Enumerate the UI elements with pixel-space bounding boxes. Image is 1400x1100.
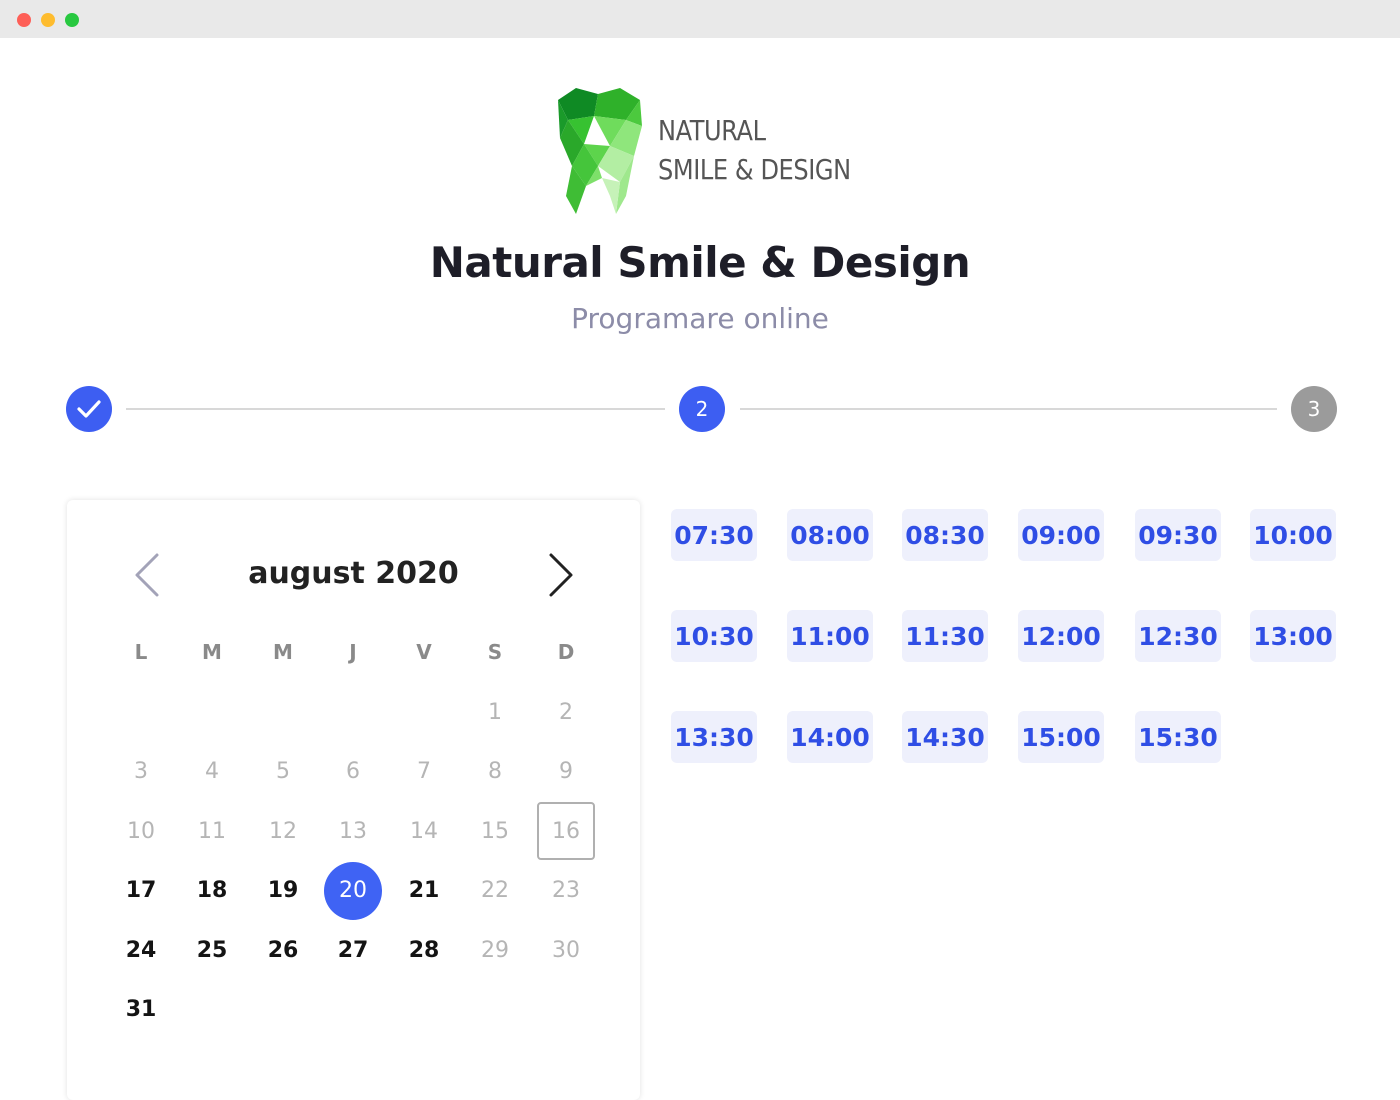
calendar-day: 23 [552, 878, 580, 903]
time-slot-button[interactable]: 13:00 [1250, 610, 1336, 662]
calendar-day: 30 [552, 937, 580, 963]
calendar-day[interactable]: 28 [395, 921, 453, 979]
calendar-day[interactable]: 27 [324, 921, 382, 979]
page-title: Natural Smile & Design [429, 238, 971, 287]
logo-text-line2: SMILE & DESIGN [658, 153, 851, 186]
weekday-header: J [349, 640, 357, 664]
time-slot-button[interactable]: 15:00 [1018, 711, 1104, 763]
time-slot-button[interactable]: 11:30 [902, 610, 988, 662]
time-slot-button[interactable]: 10:00 [1250, 509, 1336, 561]
time-slot-button[interactable]: 09:30 [1135, 509, 1221, 561]
calendar-day: 11 [198, 818, 226, 844]
weekday-header: V [416, 640, 432, 664]
time-slot-button[interactable]: 08:00 [787, 509, 873, 561]
stepper-connector-2 [740, 408, 1277, 410]
calendar-day[interactable]: 21 [395, 862, 453, 920]
calendar-day: 10 [127, 818, 155, 844]
next-month-button[interactable] [539, 552, 583, 598]
time-slot-button[interactable]: 11:00 [787, 610, 873, 662]
window-minimize-button[interactable] [41, 13, 55, 27]
calendar-day[interactable]: 31 [112, 981, 170, 1039]
calendar-day: 14 [410, 818, 438, 844]
page-subtitle: Programare online [571, 302, 829, 335]
calendar-day: 12 [269, 818, 297, 844]
weekday-header: M [202, 640, 222, 664]
weekday-header: L [134, 640, 148, 664]
clinic-logo: NATURAL SMILE & DESIGN [554, 86, 864, 218]
weekday-header: S [487, 640, 503, 664]
booking-stepper: 2 3 [0, 386, 1400, 432]
time-slot-button[interactable]: 12:00 [1018, 610, 1104, 662]
calendar-day[interactable]: 18 [183, 862, 241, 920]
step-1-done[interactable] [66, 386, 112, 432]
calendar-day: 5 [276, 759, 290, 784]
calendar-day[interactable]: 24 [112, 921, 170, 979]
calendar-day[interactable]: 26 [254, 921, 312, 979]
calendar-day: 13 [339, 818, 367, 844]
calendar-day: 7 [417, 759, 431, 784]
date-picker-calendar: august 2020 L M M J V S D 1 2 3 4 5 6 7 8 9 10 11 12 13 14 15… [67, 500, 640, 1100]
stepper-connector-1 [126, 408, 665, 410]
calendar-day-selected[interactable]: 20 [324, 861, 382, 920]
time-slot-button[interactable]: 08:30 [902, 509, 988, 561]
logo-text-line1: NATURAL [658, 114, 766, 147]
calendar-day: 8 [488, 759, 502, 784]
calendar-day: 6 [346, 759, 360, 784]
calendar-day: 15 [481, 818, 509, 844]
calendar-day: 9 [559, 759, 573, 784]
time-slot-button[interactable]: 09:00 [1018, 509, 1104, 561]
chevron-right-icon [549, 553, 573, 597]
time-slot-button[interactable]: 07:30 [671, 509, 757, 561]
calendar-day: 22 [481, 878, 509, 903]
tooth-logo-icon [558, 88, 642, 214]
calendar-day: 2 [559, 699, 573, 725]
weekday-header: D [557, 640, 575, 664]
time-slot-button[interactable]: 15:30 [1135, 711, 1221, 763]
window-close-button[interactable] [17, 13, 31, 27]
time-slot-button[interactable]: 12:30 [1135, 610, 1221, 662]
time-slot-button[interactable]: 10:30 [671, 610, 757, 662]
check-icon [77, 400, 101, 418]
step-2-current[interactable]: 2 [679, 386, 725, 432]
calendar-day: 29 [481, 937, 509, 963]
calendar-day: 16 [537, 802, 595, 860]
calendar-day: 1 [488, 699, 502, 725]
time-slot-button[interactable]: 13:30 [671, 711, 757, 763]
calendar-day[interactable]: 25 [183, 921, 241, 979]
calendar-day: 4 [205, 759, 219, 784]
time-slot-button[interactable]: 14:30 [902, 711, 988, 763]
time-slot-button[interactable]: 14:00 [787, 711, 873, 763]
weekday-header: M [273, 640, 293, 664]
calendar-day[interactable]: 19 [254, 862, 312, 920]
calendar-day: 3 [134, 759, 148, 784]
calendar-day[interactable]: 17 [112, 862, 170, 920]
step-3-upcoming[interactable]: 3 [1291, 386, 1337, 432]
window-maximize-button[interactable] [65, 13, 79, 27]
window-titlebar [0, 0, 1400, 38]
